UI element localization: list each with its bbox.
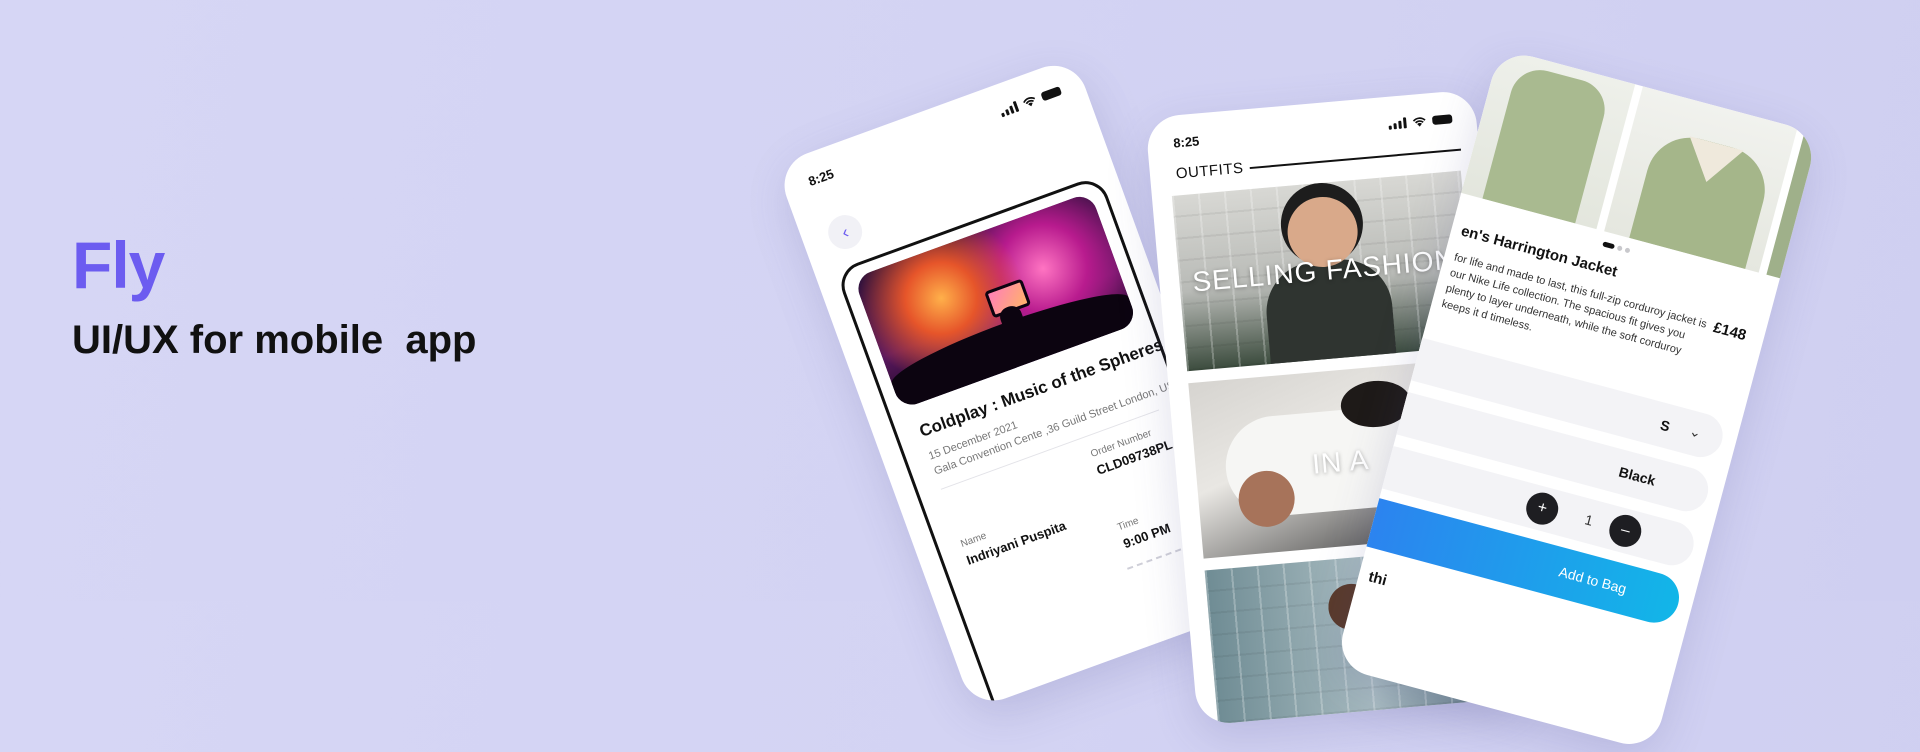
battery-icon: [1431, 114, 1453, 125]
hero: Fly UI/UX for mobile app: [72, 232, 476, 363]
product-photo[interactable]: [1461, 48, 1636, 230]
signal-icon: [1388, 117, 1407, 130]
outfits-title: OUTFITS: [1175, 159, 1245, 183]
brand-title: Fly: [72, 228, 165, 302]
status-time: 8:25: [806, 165, 836, 189]
header-rule: [1249, 148, 1461, 169]
status-bar: 8:25: [782, 75, 1088, 203]
color-value: Black: [1617, 463, 1658, 489]
chevron-down-icon: ⌄: [1687, 422, 1704, 441]
status-icons: [1388, 113, 1453, 130]
quantity-value: 1: [1583, 511, 1595, 529]
status-icons: [999, 85, 1063, 118]
chevron-left-icon: ‹: [838, 221, 852, 243]
wifi-icon: [1412, 117, 1426, 127]
increment-button[interactable]: +: [1522, 489, 1562, 529]
decrement-button[interactable]: –: [1605, 511, 1645, 551]
wifi-icon: [1023, 97, 1036, 107]
section-heading: thi: [1366, 568, 1389, 590]
product-photo[interactable]: [1604, 86, 1798, 273]
size-value: S: [1658, 416, 1672, 435]
signal-icon: [999, 100, 1020, 118]
status-time: 8:25: [1172, 133, 1200, 151]
product-price: £148: [1711, 319, 1749, 345]
back-button[interactable]: ‹: [823, 210, 867, 254]
battery-icon: [1040, 86, 1063, 102]
add-to-bag-label: Add to Bag: [1557, 563, 1629, 597]
carousel-dots[interactable]: [1602, 241, 1631, 254]
tagline: UI/UX for mobile app: [72, 318, 477, 362]
